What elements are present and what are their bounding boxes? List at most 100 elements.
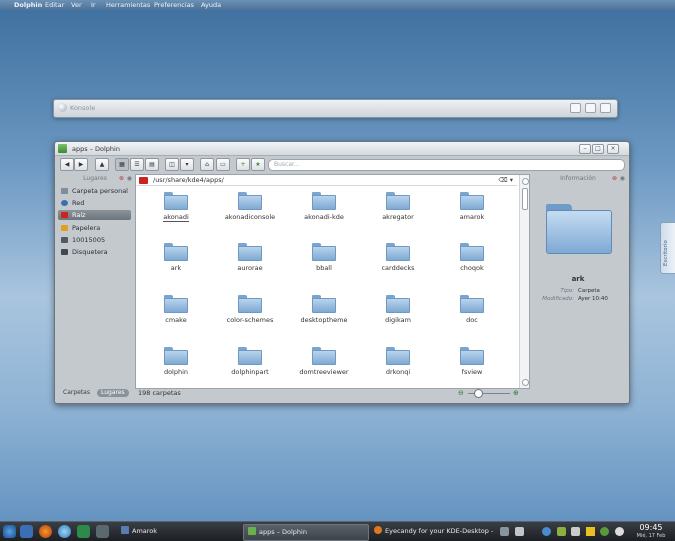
menu-app-dolphin[interactable]: Dolphin <box>14 1 42 9</box>
scroll-up-arrow[interactable] <box>522 178 529 185</box>
tab-lugares[interactable]: Lugares <box>97 389 129 397</box>
info-modified-value: Ayer 10:40 <box>578 296 608 302</box>
icons-view-button[interactable]: ▦ <box>115 158 129 171</box>
file-item-drkonqi[interactable]: drkonqi <box>363 347 433 391</box>
window-titlebar[interactable]: apps – Dolphin – □ × <box>55 142 629 156</box>
pager-icon[interactable] <box>500 527 509 536</box>
location-path[interactable]: /usr/share/kde4/apps/ <box>153 176 224 185</box>
info-item-name: ark <box>571 275 585 283</box>
file-item-fsview[interactable]: fsview <box>437 347 507 391</box>
menu-herramientas[interactable]: Herramientas <box>106 1 150 9</box>
file-item-carddecks[interactable]: carddecks <box>363 243 433 287</box>
power-icon[interactable] <box>615 527 624 536</box>
menu-editar[interactable]: Editar <box>45 1 64 9</box>
file-view[interactable]: /usr/share/kde4/apps/ ⌫ ▾ akonadi akonadi… <box>135 174 530 389</box>
panel-float-icon[interactable]: ◉ <box>127 175 132 182</box>
scrollbar-thumb[interactable] <box>522 188 528 210</box>
file-item-color-schemes[interactable]: color-schemes <box>215 295 285 339</box>
konqueror-icon[interactable] <box>58 525 71 538</box>
file-item-amarok[interactable]: amarok <box>437 192 507 236</box>
view-options-dropdown[interactable]: ▾ <box>180 158 194 171</box>
place-raiz[interactable]: Raíz <box>58 210 131 220</box>
konsole-window[interactable]: Konsole <box>53 99 618 118</box>
main-toolbar: ◀ ▶ ▲ ▦ ☰ ▤ ◫ ▾ ⌂ ▭ + ★ Buscar... <box>55 156 629 173</box>
terminal-button[interactable]: ▭ <box>216 158 230 171</box>
dolphin-launcher-icon[interactable] <box>20 525 33 538</box>
file-item-bball[interactable]: bball <box>289 243 359 287</box>
bookmark-button[interactable]: ★ <box>251 158 265 171</box>
file-item-cmake[interactable]: cmake <box>141 295 211 339</box>
place-10015005[interactable]: 10015005 <box>58 235 131 245</box>
minimize-button[interactable] <box>569 103 581 113</box>
firefox-icon[interactable] <box>39 525 52 538</box>
file-item-choqok[interactable]: choqok <box>437 243 507 287</box>
panel-float-icon[interactable]: ◉ <box>620 175 625 182</box>
forward-button[interactable]: ▶ <box>74 158 88 171</box>
maximize-button[interactable] <box>584 103 596 113</box>
location-bar[interactable]: /usr/share/kde4/apps/ ⌫ ▾ <box>137 176 517 186</box>
dolphin-app-icon[interactable] <box>58 144 67 153</box>
panel-close-icon[interactable]: ⊗ <box>119 175 124 182</box>
window-title: apps – Dolphin <box>72 145 120 153</box>
task-dolphin[interactable]: apps – Dolphin <box>243 524 369 541</box>
file-item-akonadi-kde[interactable]: akonadi-kde <box>289 192 359 236</box>
folder-icon <box>386 347 410 365</box>
menu-ayuda[interactable]: Ayuda <box>201 1 221 9</box>
menu-preferencias[interactable]: Preferencias <box>154 1 194 9</box>
file-item-domtreeviewer[interactable]: domtreeviewer <box>289 347 359 391</box>
new-folder-button[interactable]: + <box>236 158 250 171</box>
search-input[interactable]: Buscar... <box>268 159 625 171</box>
file-item-ark[interactable]: ark <box>141 243 211 287</box>
network-tray-icon[interactable] <box>542 527 551 536</box>
place-disquetera[interactable]: Disquetera <box>58 247 131 257</box>
clock[interactable]: 09:45 Mié, 17 Feb <box>630 523 672 539</box>
scroll-down-arrow[interactable] <box>522 379 529 386</box>
task-amarok[interactable]: Amarok <box>117 524 242 539</box>
file-item-desktoptheme[interactable]: desktoptheme <box>289 295 359 339</box>
zoom-slider[interactable]: ⊖ ⊕ <box>458 389 520 398</box>
zoom-out-icon[interactable]: ⊖ <box>458 389 464 397</box>
split-view-button[interactable]: ◫ <box>165 158 179 171</box>
zoom-in-icon[interactable]: ⊕ <box>513 389 519 397</box>
tab-carpetas[interactable]: Carpetas <box>59 389 94 397</box>
place-papelera[interactable]: Papelera <box>58 223 131 233</box>
clear-location-icon[interactable]: ⌫ ▾ <box>498 176 513 185</box>
file-item-akregator[interactable]: akregator <box>363 192 433 236</box>
file-item-digikam[interactable]: digikam <box>363 295 433 339</box>
file-item-akonadiconsole[interactable]: akonadiconsole <box>215 192 285 236</box>
zoom-handle[interactable] <box>474 389 483 398</box>
vertical-scrollbar[interactable] <box>519 175 529 388</box>
file-item-aurorae[interactable]: aurorae <box>215 243 285 287</box>
desktop-side-tab[interactable]: Escritorio <box>660 222 675 274</box>
file-item-akonadi[interactable]: akonadi <box>141 192 211 236</box>
details-view-button[interactable]: ☰ <box>130 158 144 171</box>
warning-icon[interactable] <box>586 527 595 536</box>
close-button[interactable]: × <box>607 144 619 154</box>
maximize-button[interactable]: □ <box>592 144 604 154</box>
close-button[interactable] <box>600 103 611 113</box>
updates-icon[interactable] <box>600 527 609 536</box>
file-item-doc[interactable]: doc <box>437 295 507 339</box>
home-button[interactable]: ⌂ <box>200 158 214 171</box>
menu-ir[interactable]: Ir <box>91 1 96 9</box>
up-button[interactable]: ▲ <box>95 158 109 171</box>
task-firefox[interactable]: Eyecandy for your KDE-Desktop - KD <box>370 524 496 539</box>
file-item-dolphinpart[interactable]: dolphinpart <box>215 347 285 391</box>
clipboard-icon[interactable] <box>515 527 524 536</box>
place-label: 10015005 <box>72 236 106 244</box>
terminal-icon[interactable] <box>96 525 109 538</box>
place-label: Raíz <box>72 211 86 219</box>
back-button[interactable]: ◀ <box>60 158 74 171</box>
file-item-dolphin[interactable]: dolphin <box>141 347 211 391</box>
place-carpeta-personal[interactable]: Carpeta personal <box>58 186 131 196</box>
file-name-text: carddecks <box>381 264 415 272</box>
kde-menu-icon[interactable] <box>3 525 16 538</box>
panel-close-icon[interactable]: ⊗ <box>612 175 617 182</box>
volume-icon[interactable] <box>571 527 580 536</box>
system-settings-icon[interactable] <box>77 525 90 538</box>
menu-ver[interactable]: Ver <box>71 1 82 9</box>
place-red[interactable]: Red <box>58 198 131 208</box>
minimize-button[interactable]: – <box>579 144 591 154</box>
columns-view-button[interactable]: ▤ <box>145 158 159 171</box>
battery-icon[interactable] <box>557 527 566 536</box>
